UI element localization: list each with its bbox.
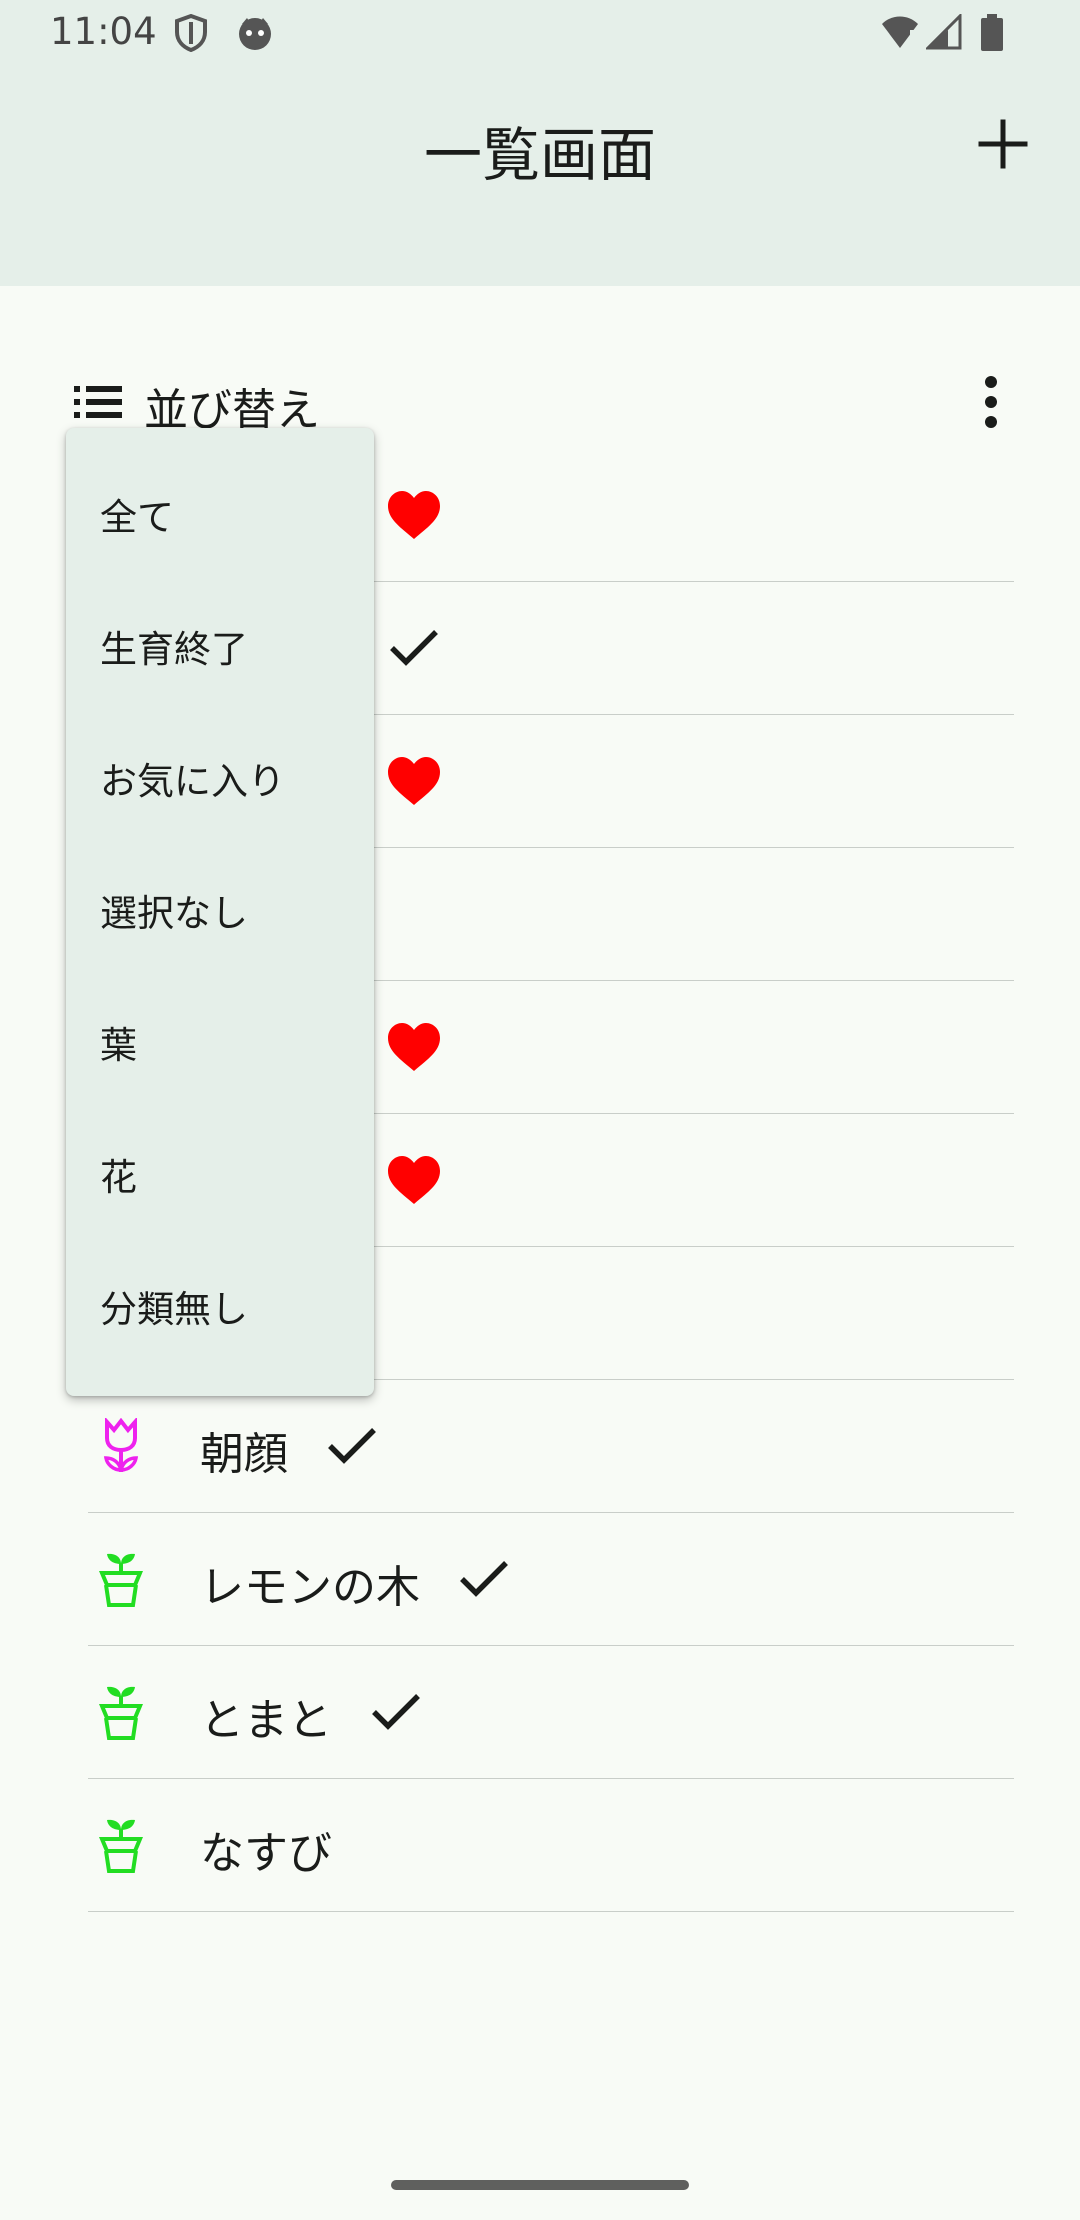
check-icon — [460, 1561, 508, 1597]
leaf-icon — [99, 1819, 143, 1873]
list-item[interactable]: 朝顔 — [88, 1380, 1014, 1513]
menu-item-favorites[interactable]: お気に入り — [66, 716, 374, 848]
face-icon — [239, 18, 271, 50]
page-title: 一覧画面 — [423, 121, 656, 189]
list-icon — [74, 386, 122, 418]
cell-signal-icon — [926, 14, 962, 50]
flower-icon — [103, 1418, 139, 1472]
check-icon — [372, 1694, 420, 1730]
plant-name: とまと — [200, 1695, 332, 1746]
filter-menu: 全て 生育終了 お気に入り 選択なし 葉 花 分類無し — [66, 428, 374, 1396]
plant-name: なすび — [200, 1828, 332, 1879]
sort-button[interactable]: 並び替え — [70, 366, 1030, 436]
status-bar: 11:04 — [0, 0, 1080, 66]
status-time: 11:04 — [50, 10, 157, 53]
menu-item-leaf[interactable]: 葉 — [66, 980, 374, 1112]
check-icon — [390, 630, 438, 666]
list-item[interactable]: とまと — [88, 1646, 1014, 1779]
menu-item-none-selected[interactable]: 選択なし — [66, 848, 374, 980]
gesture-home-bar[interactable] — [391, 2180, 689, 2190]
menu-item-flower[interactable]: 花 — [66, 1112, 374, 1244]
shield-icon — [175, 14, 207, 52]
top-app-bar: 11:04 一覧画面 — [0, 0, 1080, 286]
menu-item-finished[interactable]: 生育終了 — [66, 584, 374, 716]
plant-name: 朝顔 — [200, 1429, 288, 1480]
plant-name: レモンの木 — [200, 1562, 420, 1613]
heart-icon — [388, 1156, 440, 1204]
more-vert-icon[interactable] — [968, 372, 1014, 432]
menu-item-all[interactable]: 全て — [66, 452, 374, 584]
heart-icon — [388, 757, 440, 805]
menu-item-uncategorized[interactable]: 分類無し — [66, 1244, 374, 1376]
check-icon — [328, 1428, 376, 1464]
list-item[interactable]: レモンの木 — [88, 1513, 1014, 1646]
heart-icon — [388, 1023, 440, 1071]
plus-icon[interactable] — [975, 116, 1031, 172]
leaf-icon — [99, 1686, 143, 1740]
list-item[interactable]: なすび — [88, 1779, 1014, 1912]
leaf-icon — [99, 1553, 143, 1607]
wifi-icon — [882, 16, 918, 48]
battery-icon — [981, 14, 1003, 51]
heart-icon — [388, 491, 440, 539]
